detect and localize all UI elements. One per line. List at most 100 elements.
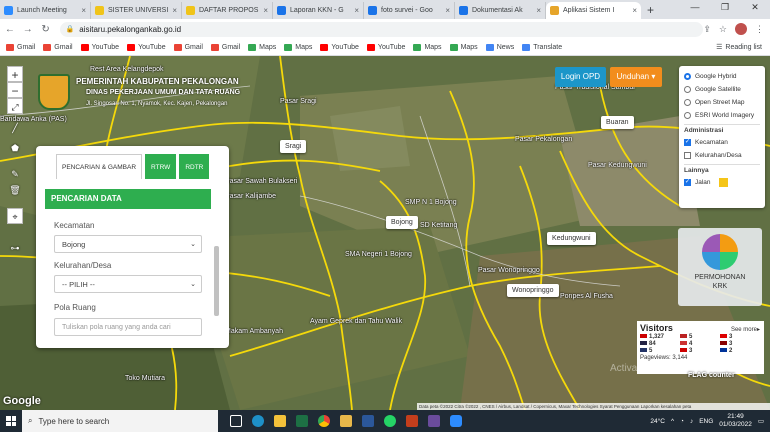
layer-toggle-kelurahan[interactable]: Kelurahan/Desa <box>684 149 760 162</box>
map-attribution[interactable]: Data peta ©2022 Citra ©2022 , CNES / Air… <box>417 403 770 410</box>
fullscreen-button[interactable]: ⤢ <box>7 98 23 114</box>
bookmark-item[interactable]: YouTube <box>127 43 166 51</box>
chevron-up-icon[interactable]: ^ <box>671 418 674 425</box>
location-marker-button[interactable]: ⌖ <box>7 208 23 224</box>
profile-avatar[interactable] <box>735 23 747 35</box>
zoom-in-button[interactable]: + <box>7 66 23 82</box>
browser-tab[interactable]: Launch Meeting × <box>0 2 91 19</box>
close-tab-icon[interactable]: × <box>263 6 268 15</box>
weather-status[interactable]: 24°C <box>650 418 665 425</box>
tab-pencarian-gambar[interactable]: PENCARIAN & GAMBAR <box>56 154 143 179</box>
radio-icon[interactable] <box>684 112 691 119</box>
language-indicator[interactable]: ENG <box>699 418 713 425</box>
draw-polygon-icon[interactable]: ⬟ <box>7 140 23 156</box>
reload-icon[interactable]: ↻ <box>38 24 54 35</box>
bookmark-item[interactable]: News <box>485 43 514 51</box>
bookmark-item[interactable]: YouTube <box>80 43 119 51</box>
layer-option-google-satellite[interactable]: Google Satellite <box>684 83 760 96</box>
layer-toggle-kecamatan[interactable]: ✓ Kecamatan <box>684 136 760 149</box>
radio-icon[interactable] <box>684 99 691 106</box>
back-icon[interactable]: ← <box>2 24 18 35</box>
bookmark-item[interactable]: Maps <box>413 43 442 51</box>
bookmark-item[interactable]: Gmail <box>43 43 73 51</box>
map-canvas[interactable]: PEMERINTAH KABUPATEN PEKALONGAN DINAS PE… <box>0 56 770 410</box>
checkbox-checked-icon[interactable]: ✓ <box>684 139 691 146</box>
whatsapp-icon[interactable] <box>384 415 396 427</box>
browser-tab[interactable]: Dokumentasi Ak × <box>455 2 546 19</box>
notification-icon[interactable]: ▭ <box>758 417 764 425</box>
edge-icon[interactable] <box>252 415 264 427</box>
browser-tab[interactable]: DAFTAR PROPOS × <box>182 2 273 19</box>
new-tab-button[interactable]: + <box>641 2 660 19</box>
bookmark-item[interactable]: Gmail <box>173 43 203 51</box>
chrome-icon[interactable] <box>318 415 330 427</box>
tab-rtrw[interactable]: RTRW <box>145 154 177 179</box>
volume-icon[interactable]: ♪ <box>690 418 693 425</box>
zoom-app-icon[interactable] <box>450 415 462 427</box>
bookmark-item[interactable]: Gmail <box>210 43 240 51</box>
app-icon[interactable] <box>428 415 440 427</box>
permohonan-krk-button[interactable]: PERMOHONAN KRK <box>678 228 762 306</box>
minimize-icon[interactable]: — <box>680 0 710 15</box>
bookmark-item[interactable]: Translate <box>522 43 562 51</box>
word-icon[interactable] <box>362 415 374 427</box>
browser-tab[interactable]: Laporan KKN - G × <box>273 2 364 19</box>
file-manager-icon[interactable] <box>340 415 352 427</box>
edit-icon[interactable]: ✎ <box>7 166 23 182</box>
bookmark-item[interactable]: Gmail <box>6 43 35 51</box>
clock[interactable]: 21:49 01/03/2022 <box>719 413 752 429</box>
unduhan-dropdown-button[interactable]: Unduhan ▾ <box>610 67 662 87</box>
bookmark-item[interactable]: Maps <box>284 43 312 51</box>
close-tab-icon[interactable]: × <box>81 6 86 15</box>
close-tab-icon[interactable]: × <box>445 6 450 15</box>
measure-icon[interactable]: ⊶ <box>7 240 23 256</box>
browser-tab-active[interactable]: Aplikasi Sistem I × <box>546 2 641 19</box>
bookmark-item[interactable]: YouTube <box>320 43 359 51</box>
browser-tab[interactable]: SISTER UNIVERSI × <box>91 2 182 19</box>
close-tab-icon[interactable]: × <box>354 6 359 15</box>
task-view-icon[interactable] <box>230 415 242 427</box>
bookmark-item[interactable]: Maps <box>248 43 276 51</box>
file-explorer-icon[interactable] <box>274 415 286 427</box>
layer-option-google-hybrid[interactable]: Google Hybrid <box>684 70 760 83</box>
close-window-icon[interactable]: ✕ <box>740 0 770 15</box>
powerpoint-icon[interactable] <box>406 415 418 427</box>
start-button[interactable] <box>0 410 22 432</box>
panel-scrollbar[interactable] <box>214 246 219 316</box>
layer-option-osm[interactable]: Open Street Map <box>684 96 760 109</box>
kecamatan-select[interactable]: Bojong ⌄ <box>54 235 202 253</box>
kecamatan-callout[interactable]: Bojong <box>386 216 418 229</box>
maximize-icon[interactable]: ❐ <box>710 0 740 15</box>
kecamatan-callout[interactable]: Kedungwuni <box>547 232 596 245</box>
login-opd-button[interactable]: Login OPD <box>555 67 606 87</box>
forward-icon[interactable]: → <box>20 24 36 35</box>
pola-ruang-input[interactable]: Tuliskan pola ruang yang anda cari <box>54 318 202 336</box>
radio-icon[interactable] <box>684 86 691 93</box>
close-tab-icon[interactable]: × <box>172 6 177 15</box>
url-field[interactable]: 🔒 aisitaru.pekalongankab.go.id <box>59 21 704 37</box>
reading-list[interactable]: ☰ Reading list <box>716 43 762 52</box>
kecamatan-callout[interactable]: Wonopringgo <box>507 284 559 297</box>
zoom-out-button[interactable]: − <box>7 82 23 98</box>
network-icon[interactable]: ◔ <box>680 418 684 425</box>
checkbox-icon[interactable] <box>684 152 691 159</box>
radio-selected-icon[interactable] <box>684 73 691 80</box>
tab-rdtr[interactable]: RDTR <box>179 154 210 179</box>
layer-toggle-jalan[interactable]: ✓ Jalan <box>684 176 760 189</box>
see-more-link[interactable]: See more▸ <box>731 326 760 333</box>
layer-option-esri[interactable]: ESRI World Imagery <box>684 109 760 122</box>
bookmark-item[interactable]: YouTube <box>366 43 405 51</box>
bookmark-item[interactable]: Maps <box>449 43 478 51</box>
kecamatan-callout[interactable]: Buaran <box>601 116 634 129</box>
menu-icon[interactable]: ⋮ <box>755 24 764 35</box>
excel-icon[interactable] <box>296 415 308 427</box>
delete-icon[interactable]: 🗑 <box>7 182 23 198</box>
browser-tab[interactable]: foto survei - Goo × <box>364 2 455 19</box>
taskbar-search[interactable]: ⌕ Type here to search <box>22 410 218 432</box>
checkbox-checked-icon[interactable]: ✓ <box>684 179 691 186</box>
close-tab-icon[interactable]: × <box>536 6 541 15</box>
share-icon[interactable]: ⇪ <box>703 24 711 35</box>
kelurahan-select[interactable]: -- PILIH -- ⌄ <box>54 275 202 293</box>
kecamatan-callout[interactable]: Sragi <box>280 140 307 153</box>
close-tab-icon[interactable]: × <box>632 6 637 15</box>
